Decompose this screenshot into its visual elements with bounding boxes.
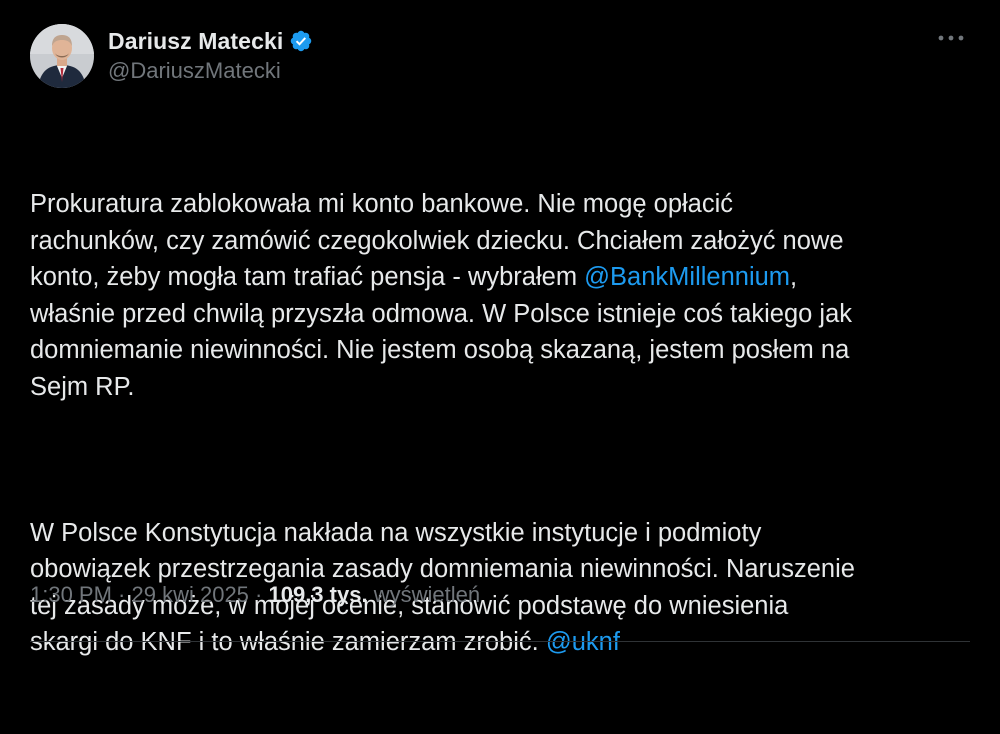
tweet-line: właśnie przed chwilą przyszła odmowa. W … — [30, 299, 853, 328]
tweet: Dariusz Matecki @DariuszMatecki Prokurat… — [0, 0, 1000, 656]
meta-separator: · — [248, 582, 269, 607]
tweet-line: rachunków, czy zamówić czegokolwiek dzie… — [30, 226, 844, 255]
tweet-line: skargi do KNF i to właśnie zamierzam zro… — [30, 628, 546, 656]
divider — [30, 641, 970, 642]
tweet-line: obowiązek przestrzegania zasady domniema… — [30, 555, 855, 583]
tweet-line: Prokuratura zablokowała mi konto bankowe… — [30, 190, 734, 218]
author-names: Dariusz Matecki @DariuszMatecki — [108, 26, 313, 84]
display-name[interactable]: Dariusz Matecki — [108, 28, 283, 55]
tweet-paragraph-1: Prokuratura zablokowała mi konto bankowe… — [30, 186, 975, 405]
tweet-line: domniemanie niewinności. Nie jestem osob… — [30, 336, 850, 364]
tweet-header: Dariusz Matecki @DariuszMatecki — [30, 24, 313, 88]
tweet-line: , — [790, 263, 798, 291]
tweet-line: W Polsce Konstytucja nakłada na wszystki… — [30, 518, 762, 547]
avatar[interactable] — [30, 24, 94, 88]
mention-link-bankmillennium[interactable]: @BankMillennium — [584, 263, 790, 291]
tweet-line: konto, żeby mogła tam trafiać pensja - w… — [30, 263, 585, 291]
avatar-image — [30, 24, 94, 88]
author-handle[interactable]: @DariuszMatecki — [108, 58, 313, 84]
mention-link-uknf[interactable]: @uknf — [546, 628, 620, 656]
verified-badge-icon[interactable] — [289, 29, 313, 53]
meta-separator: · — [111, 582, 132, 607]
tweet-date[interactable]: 29 kwi 2025 — [132, 582, 249, 607]
display-name-row: Dariusz Matecki — [108, 26, 313, 56]
views-label: wyświetleń — [373, 582, 481, 607]
more-options-icon[interactable] — [936, 26, 966, 50]
views-count[interactable]: 109,3 tys. — [268, 582, 367, 607]
tweet-meta: 1:30 PM · 29 kwi 2025 · 109,3 tys. wyświ… — [30, 582, 480, 608]
tweet-line: Sejm RP. — [30, 372, 135, 401]
tweet-time[interactable]: 1:30 PM — [30, 582, 112, 607]
